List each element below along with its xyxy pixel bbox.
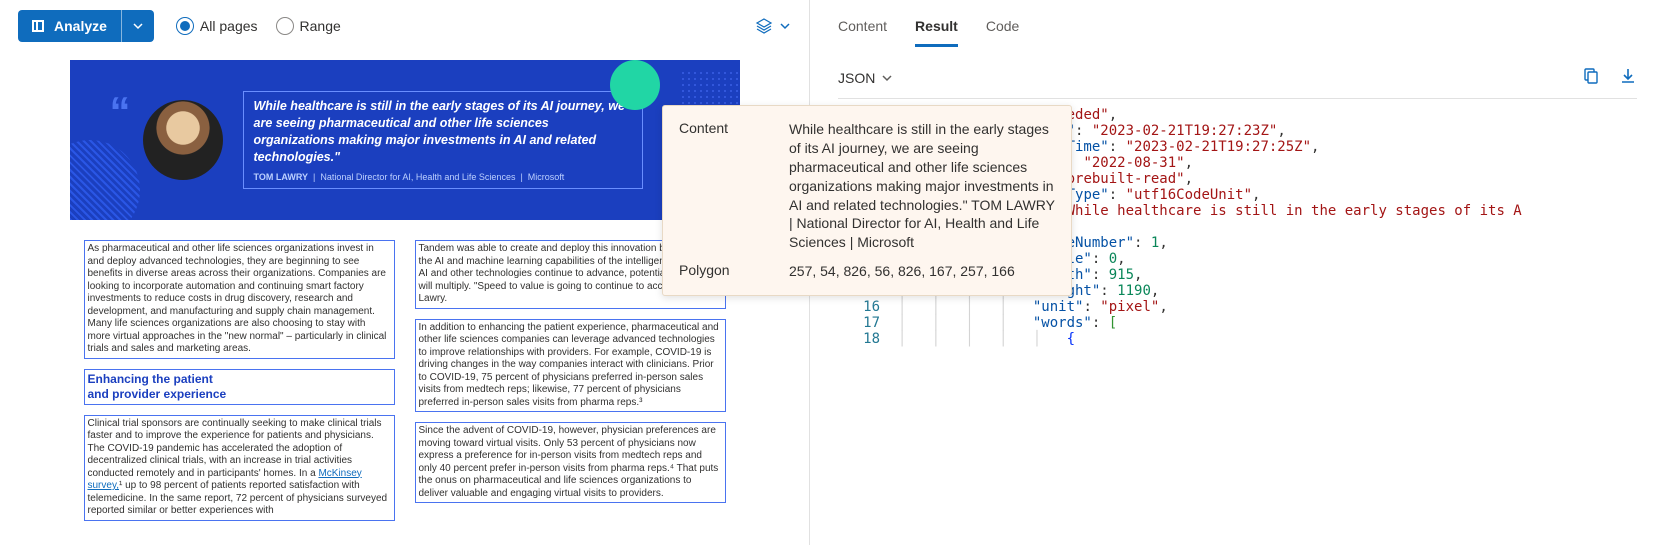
layers-dropdown[interactable] [755,17,791,35]
analyze-icon [30,18,46,34]
layers-icon [755,17,773,35]
toolbar: Analyze All pages Range [0,0,809,52]
json-format-dropdown[interactable]: JSON [838,70,893,86]
paragraph: ¹ up to 98 percent of patients reported … [88,480,388,516]
code-line: 17│ │ │ │ "words": [ [838,315,1637,331]
copy-icon [1581,67,1599,85]
subheading-region[interactable]: Enhancing the patient and provider exper… [84,369,395,405]
tab-result[interactable]: Result [915,18,958,47]
quote-attribution: TOM LAWRY | National Director for AI, He… [254,172,632,182]
json-label: JSON [838,70,875,86]
code-content: │ │ │ │ "words": [ [898,315,1117,331]
quote-region[interactable]: While healthcare is still in the early s… [243,91,643,189]
avatar [143,100,223,180]
tooltip-content-value: While healthcare is still in the early s… [789,120,1055,252]
line-number: 16 [838,299,898,315]
quote-text: While healthcare is still in the early s… [254,98,632,166]
code-content: │ │ │ │ "unit": "pixel", [898,299,1168,315]
chevron-down-icon [779,20,791,32]
tooltip-content-label: Content [679,120,789,252]
result-tabs: Content Result Code [810,0,1665,47]
region-tooltip: Content While healthcare is still in the… [662,105,1072,296]
tooltip-polygon-label: Polygon [679,262,789,281]
tooltip-polygon-value: 257, 54, 826, 56, 826, 167, 257, 166 [789,262,1055,281]
text-region[interactable]: As pharmaceutical and other life science… [84,240,395,359]
column-left: As pharmaceutical and other life science… [84,240,395,531]
chevron-down-icon [132,20,144,32]
paragraph: Since the advent of COVID-19, however, p… [419,425,719,499]
decoration [610,60,660,110]
quote-org: Microsoft [528,172,565,182]
paragraph: As pharmaceutical and other life science… [88,243,387,354]
document-page: “ While healthcare is still in the early… [70,60,740,531]
paragraph: In addition to enhancing the patient exp… [419,322,719,408]
radio-range-label: Range [300,18,341,34]
analyze-label: Analyze [54,18,107,34]
code-line: 16│ │ │ │ "unit": "pixel", [838,299,1637,315]
page-range-radio-group: All pages Range [176,17,341,35]
analyze-split-chevron[interactable] [121,10,154,42]
quote-role: National Director for AI, Health and Lif… [320,172,515,182]
decoration [70,140,140,220]
radio-all-pages[interactable]: All pages [176,17,258,35]
text-region[interactable]: Since the advent of COVID-19, however, p… [415,422,726,503]
radio-circle-icon [276,17,294,35]
chevron-down-icon [881,72,893,84]
text-region[interactable]: In addition to enhancing the patient exp… [415,319,726,413]
copy-button[interactable] [1581,67,1599,88]
subheading: Enhancing the patient and provider exper… [88,372,227,401]
radio-all-label: All pages [200,18,258,34]
line-number: 17 [838,315,898,331]
text-region[interactable]: Clinical trial sponsors are continually … [84,415,395,521]
code-line: 18│ │ │ │ │ { [838,331,1637,347]
download-button[interactable] [1619,67,1637,88]
json-bar: JSON [810,47,1665,98]
code-content: │ │ │ │ │ { [898,331,1075,347]
radio-circle-icon [176,17,194,35]
quote-author: TOM LAWRY [254,172,309,182]
radio-range[interactable]: Range [276,17,341,35]
line-number: 18 [838,331,898,347]
tab-content[interactable]: Content [838,18,887,47]
hero-banner: “ While healthcare is still in the early… [70,60,740,220]
document-body: As pharmaceutical and other life science… [70,220,740,531]
quote-mark-icon: “ [110,88,131,136]
tab-code[interactable]: Code [986,18,1019,47]
analyze-button[interactable]: Analyze [18,10,154,42]
download-icon [1619,67,1637,85]
